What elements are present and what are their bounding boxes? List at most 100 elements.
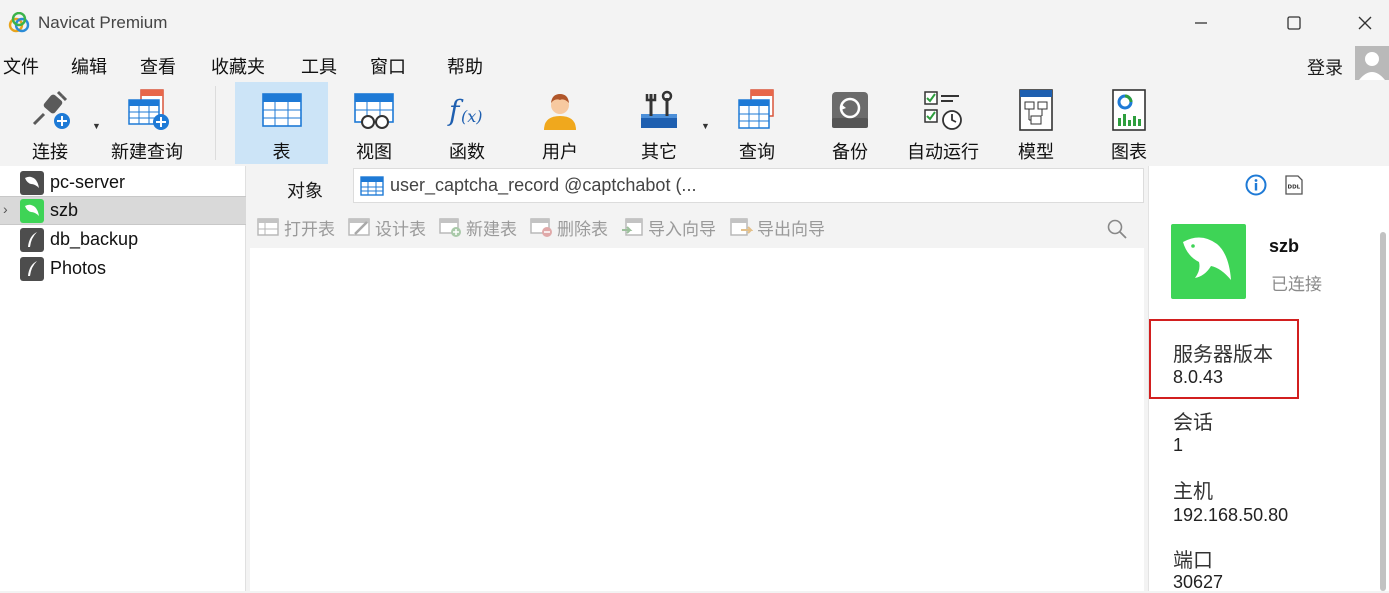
- chart-label: 图表: [1111, 142, 1147, 162]
- menu-edit[interactable]: 编辑: [71, 53, 107, 79]
- connection-button[interactable]: 连接: [14, 82, 86, 164]
- search-icon[interactable]: [1106, 218, 1128, 240]
- prop-label-sessions: 会话: [1173, 412, 1213, 434]
- object-list-area[interactable]: [250, 248, 1144, 591]
- function-button[interactable]: f (x) 函数: [430, 82, 504, 164]
- table-icon: [360, 175, 384, 196]
- main-toolbar: 连接 ▼ 新建查询 表 视图 f (x) 函数 用户 其它 ▼ 查询 备份 自动…: [0, 82, 1389, 166]
- prop-label-server-version: 服务器版本: [1173, 344, 1273, 366]
- export-wizard-label: 导出向导: [757, 219, 825, 239]
- menu-bar: 文件 编辑 查看 收藏夹 工具 窗口 帮助 登录: [0, 44, 1389, 82]
- info-panel: DDL szb 已连接 服务器版本 8.0.43 会话 1 主机 192.168…: [1148, 166, 1389, 592]
- maximize-icon: [1287, 16, 1301, 30]
- menu-favorites[interactable]: 收藏夹: [211, 53, 265, 79]
- connection-plug-icon: [32, 90, 70, 129]
- mysql-dolphin-icon: [20, 170, 44, 195]
- tab-table-document[interactable]: user_captcha_record @captchabot (...: [353, 168, 1144, 203]
- others-button[interactable]: 其它: [622, 82, 696, 164]
- table-icon: [261, 93, 302, 127]
- open-table-icon: [257, 218, 279, 236]
- menu-tools[interactable]: 工具: [301, 53, 337, 79]
- close-icon: [1358, 16, 1372, 30]
- delete-table-button[interactable]: 删除表: [529, 214, 608, 240]
- query-icon: [738, 89, 774, 129]
- object-pane: 对象 user_captcha_record @captchabot (... …: [246, 166, 1148, 591]
- connection-item-pc-server[interactable]: pc-server: [0, 168, 246, 197]
- delete-table-icon: [530, 218, 552, 237]
- backup-icon: [832, 92, 868, 128]
- open-table-button[interactable]: 打开表: [256, 214, 335, 240]
- tab-objects[interactable]: 对象: [260, 174, 350, 206]
- backup-label: 备份: [832, 142, 868, 162]
- new-query-button[interactable]: 新建查询: [108, 82, 186, 164]
- connection-title: szb: [1269, 236, 1300, 256]
- delete-table-label: 删除表: [557, 219, 608, 239]
- open-table-label: 打开表: [284, 219, 335, 239]
- auto-run-label: 自动运行: [907, 142, 979, 162]
- scrollbar-thumb[interactable]: [1380, 232, 1386, 591]
- object-toolbar: 打开表 设计表 新建表 删除表 导入向导 导出向导: [250, 210, 1144, 244]
- prop-label-host: 主机: [1173, 481, 1213, 503]
- close-button[interactable]: [1345, 8, 1385, 38]
- view-icon: [354, 93, 394, 129]
- import-wizard-label: 导入向导: [648, 219, 716, 239]
- ddl-icon[interactable]: DDL: [1283, 174, 1305, 196]
- design-table-button[interactable]: 设计表: [347, 214, 426, 240]
- others-dropdown-icon[interactable]: ▼: [701, 121, 710, 131]
- chart-button[interactable]: 图表: [1092, 82, 1166, 164]
- svg-text:DDL: DDL: [1288, 185, 1301, 191]
- prop-value-server-version: 8.0.43: [1173, 367, 1224, 387]
- import-wizard-button[interactable]: 导入向导: [620, 214, 716, 240]
- model-icon: [1019, 89, 1053, 131]
- title-bar: Navicat Premium: [0, 0, 1389, 44]
- menu-help[interactable]: 帮助: [447, 53, 483, 79]
- connection-name: pc-server: [50, 172, 126, 192]
- table-label: 表: [272, 142, 291, 162]
- tab-title: user_captcha_record @captchabot (...: [390, 175, 697, 195]
- minimize-icon: [1195, 22, 1207, 24]
- backup-button[interactable]: 备份: [813, 82, 887, 164]
- export-wizard-icon: [730, 218, 753, 236]
- connection-dropdown-icon[interactable]: ▼: [92, 121, 101, 131]
- export-wizard-button[interactable]: 导出向导: [729, 214, 825, 240]
- menu-window[interactable]: 窗口: [370, 53, 406, 79]
- prop-value-port: 30627: [1173, 572, 1224, 592]
- user-avatar-icon: [1359, 52, 1385, 80]
- function-label: 函数: [449, 142, 485, 162]
- connection-name: Photos: [50, 258, 107, 278]
- mysql-dolphin-icon: [20, 198, 44, 223]
- auto-run-button[interactable]: 自动运行: [901, 82, 985, 164]
- user-button[interactable]: 用户: [523, 82, 597, 164]
- maximize-button[interactable]: [1274, 8, 1314, 38]
- connection-item-photos[interactable]: Photos: [0, 254, 246, 283]
- connection-tree: pc-server › szb db_backup Photos: [0, 166, 246, 591]
- svg-text:(x): (x): [461, 107, 483, 126]
- navicat-logo-icon: [8, 12, 30, 33]
- mysql-dolphin-icon: [1171, 224, 1246, 299]
- info-icon[interactable]: [1245, 174, 1267, 196]
- view-label: 视图: [356, 142, 392, 162]
- avatar[interactable]: [1355, 46, 1389, 80]
- tools-icon: [641, 90, 677, 128]
- minimize-button[interactable]: [1181, 8, 1221, 38]
- menu-view[interactable]: 查看: [140, 53, 176, 79]
- view-button[interactable]: 视图: [337, 82, 411, 164]
- sqlite-feather-icon: [20, 256, 44, 281]
- table-button[interactable]: 表: [235, 82, 328, 164]
- user-label: 用户: [542, 142, 578, 162]
- chart-icon: [1112, 89, 1146, 131]
- connection-status: 已连接: [1271, 275, 1322, 294]
- login-link[interactable]: 登录: [1307, 54, 1343, 80]
- query-button[interactable]: 查询: [720, 82, 794, 164]
- menu-file[interactable]: 文件: [3, 53, 39, 79]
- design-table-icon: [348, 218, 370, 236]
- model-button[interactable]: 模型: [999, 82, 1073, 164]
- new-table-button[interactable]: 新建表: [438, 214, 517, 240]
- prop-label-port: 端口: [1173, 550, 1213, 572]
- connection-item-szb[interactable]: › szb: [0, 196, 246, 225]
- auto-run-icon: [924, 91, 962, 130]
- connection-name: db_backup: [50, 229, 139, 249]
- connection-item-db-backup[interactable]: db_backup: [0, 225, 246, 254]
- others-label: 其它: [641, 142, 677, 162]
- chevron-right-icon[interactable]: ›: [3, 201, 8, 217]
